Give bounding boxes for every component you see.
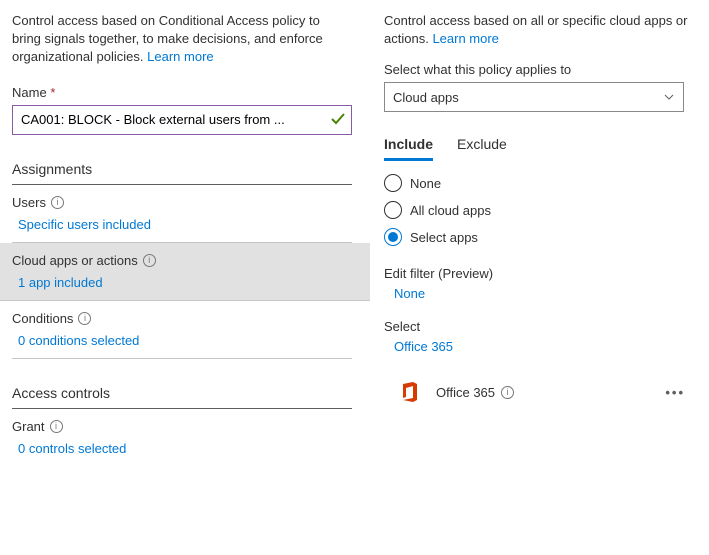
cloud-apps-title: Cloud apps or actions (12, 253, 138, 268)
name-label: Name * (12, 85, 352, 100)
chevron-down-icon (663, 91, 675, 103)
cloud-apps-value[interactable]: 1 app included (12, 275, 352, 290)
app-name: Office 365 (436, 385, 495, 400)
name-input[interactable] (12, 105, 352, 135)
grant-row[interactable]: Grant i 0 controls selected (12, 409, 352, 466)
tab-exclude[interactable]: Exclude (457, 132, 507, 161)
users-title: Users (12, 195, 46, 210)
radio-all-cloud-apps[interactable]: All cloud apps (384, 201, 689, 219)
radio-icon (384, 201, 402, 219)
select-value-link[interactable]: Office 365 (384, 339, 689, 354)
radio-select-apps[interactable]: Select apps (384, 228, 689, 246)
checkmark-icon (330, 111, 346, 127)
assignments-header: Assignments (12, 161, 352, 185)
detail-description: Control access based on all or specific … (384, 12, 689, 48)
edit-filter-label: Edit filter (Preview) (384, 266, 689, 281)
radio-icon (384, 174, 402, 192)
more-actions-button[interactable]: ••• (665, 385, 689, 400)
users-row[interactable]: Users i Specific users included (12, 185, 352, 243)
access-controls-header: Access controls (12, 385, 352, 409)
users-value[interactable]: Specific users included (12, 217, 352, 232)
grant-title: Grant (12, 419, 45, 434)
tab-include[interactable]: Include (384, 132, 433, 161)
select-label: Select (384, 319, 689, 334)
applies-to-select[interactable]: Cloud apps (384, 82, 684, 112)
include-exclude-tabs: Include Exclude (384, 132, 689, 162)
include-radio-group: None All cloud apps Select apps (384, 174, 689, 246)
conditions-title: Conditions (12, 311, 73, 326)
info-icon[interactable]: i (78, 312, 91, 325)
conditions-value[interactable]: 0 conditions selected (12, 333, 352, 348)
info-icon[interactable]: i (501, 386, 514, 399)
info-icon[interactable]: i (143, 254, 156, 267)
radio-none[interactable]: None (384, 174, 689, 192)
edit-filter-value[interactable]: None (384, 286, 689, 301)
policy-description: Control access based on Conditional Acce… (12, 12, 352, 67)
grant-value[interactable]: 0 controls selected (12, 441, 352, 456)
learn-more-link[interactable]: Learn more (147, 49, 213, 64)
cloud-apps-row[interactable]: Cloud apps or actions i 1 app included (0, 243, 370, 301)
cloud-apps-detail-panel: Control access based on all or specific … (370, 0, 709, 555)
conditions-row[interactable]: Conditions i 0 conditions selected (12, 301, 352, 359)
policy-summary-panel: Control access based on Conditional Acce… (0, 0, 370, 555)
learn-more-link[interactable]: Learn more (432, 31, 498, 46)
radio-icon (384, 228, 402, 246)
info-icon[interactable]: i (51, 196, 64, 209)
applies-to-label: Select what this policy applies to (384, 62, 689, 77)
info-icon[interactable]: i (50, 420, 63, 433)
office-365-icon (398, 380, 422, 404)
selected-app-row: Office 365 i ••• (384, 372, 689, 412)
